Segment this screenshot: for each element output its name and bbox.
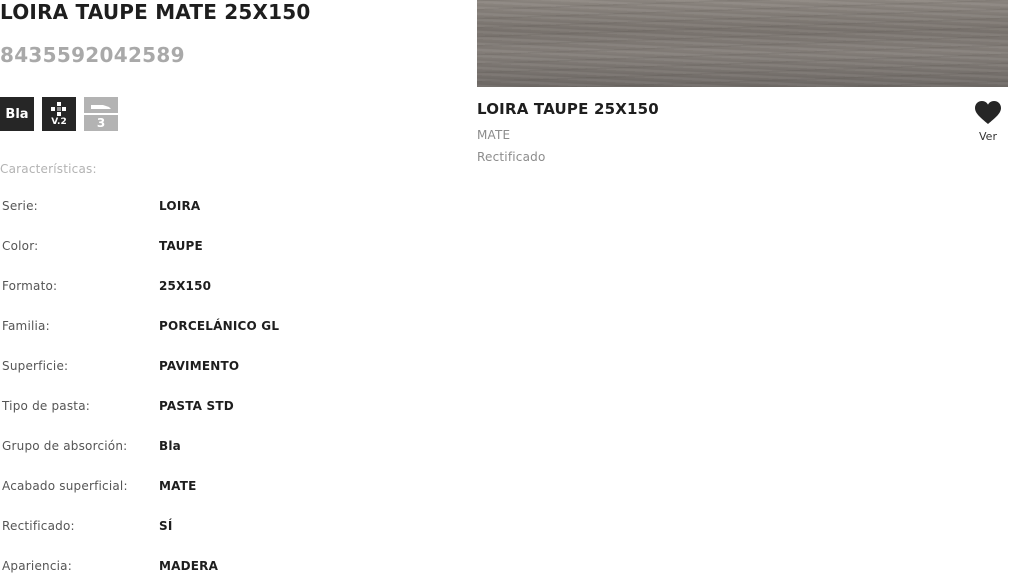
characteristics-table: Serie: LOIRA Color: TAUPE Formato: 25X15…	[2, 196, 422, 580]
product-title: LOIRA TAUPE MATE 25X150	[0, 0, 311, 24]
spec-value: LOIRA	[159, 199, 201, 213]
spec-key: Superficie:	[2, 359, 69, 373]
shoe-icon	[91, 105, 111, 109]
spec-key: Color:	[2, 239, 39, 253]
variation-badge-label: V.2	[51, 116, 67, 127]
card-finish: MATE	[477, 128, 511, 142]
spec-value: TAUPE	[159, 239, 203, 253]
spec-row: Superficie: PAVIMENTO	[2, 356, 422, 396]
product-page: LOIRA TAUPE MATE 25X150 8435592042589 Bl…	[0, 0, 1009, 580]
pattern-icon	[51, 101, 66, 116]
spec-key: Rectificado:	[2, 519, 75, 533]
spec-row: Color: TAUPE	[2, 236, 422, 276]
spec-row: Grupo de absorción: Bla	[2, 436, 422, 476]
spec-row: Rectificado: SÍ	[2, 516, 422, 556]
card-title[interactable]: LOIRA TAUPE 25X150	[477, 100, 659, 118]
spec-row: Tipo de pasta: PASTA STD	[2, 396, 422, 436]
slip-badge: 3	[84, 97, 118, 131]
spec-key: Serie:	[2, 199, 38, 213]
badge-row: Bla V.2 3	[0, 97, 118, 131]
spec-value: PASTA STD	[159, 399, 234, 413]
variation-badge: V.2	[42, 97, 76, 131]
spec-key: Familia:	[2, 319, 50, 333]
characteristics-heading: Características:	[0, 162, 97, 176]
spec-key: Apariencia:	[2, 559, 72, 573]
spec-value: MADERA	[159, 559, 219, 573]
slip-badge-label: 3	[96, 116, 106, 130]
spec-value: PAVIMENTO	[159, 359, 240, 373]
absorption-badge: Bla	[0, 97, 34, 131]
absorption-badge-label: Bla	[5, 106, 29, 122]
spec-key: Formato:	[2, 279, 58, 293]
favorite-label[interactable]: Ver	[979, 130, 997, 143]
spec-value: SÍ	[159, 519, 173, 533]
card-edge: Rectificado	[477, 150, 546, 164]
favorite-button[interactable]: Ver	[970, 101, 1006, 143]
spec-row: Familia: PORCELÁNICO GL	[2, 316, 422, 356]
product-ean: 8435592042589	[0, 43, 185, 67]
spec-key: Tipo de pasta:	[2, 399, 91, 413]
spec-row: Formato: 25X150	[2, 276, 422, 316]
wood-grain-texture	[477, 0, 1008, 87]
spec-value: 25X150	[159, 279, 212, 293]
spec-value: Bla	[159, 439, 181, 453]
spec-row: Acabado superficial: MATE	[2, 476, 422, 516]
spec-value: PORCELÁNICO GL	[159, 319, 280, 333]
spec-row: Serie: LOIRA	[2, 196, 422, 236]
heart-icon[interactable]	[975, 101, 1001, 125]
spec-key: Grupo de absorción:	[2, 439, 128, 453]
spec-row: Apariencia: MADERA	[2, 556, 422, 580]
spec-value: MATE	[159, 479, 197, 493]
spec-key: Acabado superficial:	[2, 479, 128, 493]
tile-photo[interactable]	[477, 0, 1008, 87]
